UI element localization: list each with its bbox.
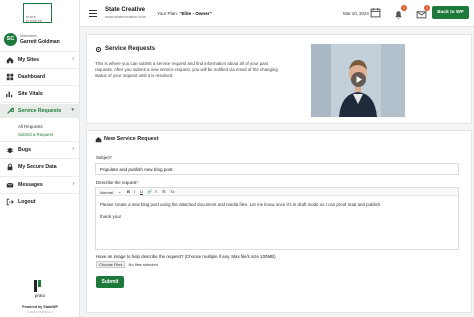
form-title: New Service Request bbox=[104, 136, 159, 142]
divider bbox=[0, 158, 80, 159]
house-icon bbox=[95, 137, 102, 143]
back-to-wp-button[interactable]: Back to WP bbox=[432, 6, 469, 19]
subject-field[interactable]: Populate and publish new blog post bbox=[95, 163, 459, 175]
user-name: Garrett Goldman bbox=[20, 39, 60, 45]
messages-button[interactable]: 3 bbox=[416, 5, 430, 19]
editor-line-1: Please create a new blog post using the … bbox=[100, 202, 382, 207]
subject-label: Subject* bbox=[96, 155, 112, 160]
plan-info: Your Plan: "Elite - Owner" bbox=[157, 11, 212, 16]
plan-value: "Elite - Owner" bbox=[179, 11, 212, 16]
sidebar-subitem-submit-request[interactable]: Submit a Request bbox=[18, 132, 53, 137]
mail-icon bbox=[6, 182, 14, 188]
divider bbox=[0, 68, 80, 69]
site-url[interactable]: www.statecreative.com bbox=[105, 14, 146, 19]
required-marker: * bbox=[136, 180, 139, 185]
dashboard-icon bbox=[6, 73, 14, 81]
logout-icon bbox=[6, 198, 14, 206]
plan-label: Your Plan: bbox=[157, 11, 179, 16]
format-dropdown[interactable]: Normal bbox=[100, 190, 113, 195]
new-request-form: New Service Request Subject* Populate an… bbox=[86, 130, 472, 313]
editor-line-2: thank you! bbox=[100, 214, 122, 219]
top-bar: State Creative www.statecreative.com You… bbox=[80, 0, 474, 27]
image-upload-label: Have an image to help describe the reque… bbox=[96, 254, 276, 259]
service-requests-card: Service Requests This is where you can s… bbox=[86, 34, 472, 124]
page-title: Service Requests bbox=[105, 46, 156, 52]
lock-icon bbox=[7, 163, 13, 171]
file-upload[interactable]: Choose Files No files selected bbox=[96, 261, 158, 268]
welcome-text: Welcome, bbox=[20, 33, 38, 38]
sidebar-item-bugs[interactable]: Bugs › bbox=[0, 143, 80, 157]
editor-toolbar: Normal ⌄ B I U 🔗 ≡ ☰ Tx bbox=[96, 188, 458, 196]
wrench-icon bbox=[7, 107, 14, 114]
sidebar-item-label: My Sites bbox=[18, 57, 40, 63]
bullet-list-icon[interactable]: ☰ bbox=[162, 189, 166, 194]
gear-icon bbox=[95, 46, 102, 53]
subject-label-text: Subject bbox=[96, 155, 111, 160]
current-date: Mar 10, 2024 bbox=[343, 11, 369, 16]
chevron-down-icon: ▾ bbox=[71, 107, 74, 113]
hamburger-menu-icon[interactable] bbox=[89, 10, 97, 17]
divider bbox=[0, 141, 80, 142]
play-button[interactable] bbox=[351, 72, 366, 87]
bold-icon[interactable]: B bbox=[127, 189, 130, 194]
divider bbox=[0, 85, 80, 86]
ordered-list-icon[interactable]: ≡ bbox=[155, 189, 157, 194]
chevron-right-icon: › bbox=[72, 146, 74, 152]
sidebar-item-my-sites[interactable]: My Sites › bbox=[0, 53, 80, 67]
choose-files-button[interactable]: Choose Files bbox=[96, 261, 126, 268]
description-editor[interactable]: Normal ⌄ B I U 🔗 ≡ ☰ Tx Please create a … bbox=[95, 187, 459, 250]
calendar-icon[interactable] bbox=[370, 7, 381, 18]
sidebar-item-label: Logout bbox=[18, 199, 36, 205]
chevron-right-icon: › bbox=[72, 56, 74, 62]
powered-by: Powered by StateWP bbox=[22, 305, 58, 309]
sidebar-item-secure-data[interactable]: My Secure Data bbox=[0, 160, 80, 174]
underline-icon[interactable]: U bbox=[140, 189, 143, 194]
intro-video[interactable] bbox=[311, 44, 405, 117]
subject-value: Populate and publish new blog post bbox=[100, 167, 173, 172]
sidebar-item-service-requests[interactable]: Service Requests ▾ bbox=[0, 104, 80, 118]
chevron-right-icon: › bbox=[72, 181, 74, 187]
pulse-icon bbox=[6, 91, 13, 98]
logo-line2: creative bbox=[26, 19, 43, 23]
sidebar-item-logout[interactable]: Logout bbox=[0, 195, 80, 209]
sidebar-item-label: Service Requests bbox=[18, 108, 62, 114]
sidebar-item-label: My Secure Data bbox=[18, 164, 57, 170]
message-badge: 3 bbox=[424, 5, 430, 11]
sidebar-item-dashboard[interactable]: Dashboard bbox=[0, 70, 80, 84]
bug-icon bbox=[6, 147, 14, 153]
site-name: State Creative bbox=[105, 7, 146, 13]
submit-button[interactable]: Submit bbox=[96, 276, 124, 288]
notifications-button[interactable]: 1 bbox=[393, 5, 407, 20]
brand-name: prato bbox=[34, 293, 46, 298]
link-icon[interactable]: 🔗 bbox=[147, 189, 152, 194]
sidebar: state creative SC Welcome, Garrett Goldm… bbox=[0, 0, 80, 317]
no-files-text: No files selected bbox=[128, 262, 158, 267]
divider bbox=[0, 102, 80, 103]
describe-label: Describe the request* bbox=[96, 180, 138, 185]
sidebar-item-label: Site Vitals bbox=[18, 91, 43, 97]
copyright: © 2024 STATE LLC bbox=[26, 310, 54, 314]
brand-logo[interactable]: state creative bbox=[23, 3, 52, 23]
user-info: SC Welcome, Garrett Goldman bbox=[4, 33, 78, 47]
sidebar-item-label: Dashboard bbox=[18, 74, 46, 80]
play-icon bbox=[356, 76, 362, 83]
divider bbox=[0, 51, 80, 52]
home-icon bbox=[6, 57, 14, 64]
prato-logo-icon bbox=[34, 280, 41, 292]
required-marker: * bbox=[110, 155, 113, 160]
avatar[interactable]: SC bbox=[4, 33, 17, 46]
clear-format-icon[interactable]: Tx bbox=[170, 189, 174, 194]
format-chevron-icon[interactable]: ⌄ bbox=[118, 189, 122, 194]
sidebar-item-messages[interactable]: Messages › bbox=[0, 178, 80, 192]
divider bbox=[0, 176, 80, 177]
divider bbox=[0, 193, 80, 194]
describe-label-text: Describe the request bbox=[96, 180, 137, 185]
notification-badge: 1 bbox=[401, 5, 407, 11]
sidebar-item-site-vitals[interactable]: Site Vitals bbox=[0, 87, 80, 101]
sidebar-subitem-all-requests[interactable]: All Requests bbox=[18, 124, 43, 129]
intro-text: This is where you can submit a service r… bbox=[95, 61, 278, 79]
sidebar-item-label: Messages bbox=[18, 182, 43, 188]
sidebar-item-label: Bugs bbox=[18, 147, 31, 153]
italic-icon[interactable]: I bbox=[134, 189, 135, 194]
